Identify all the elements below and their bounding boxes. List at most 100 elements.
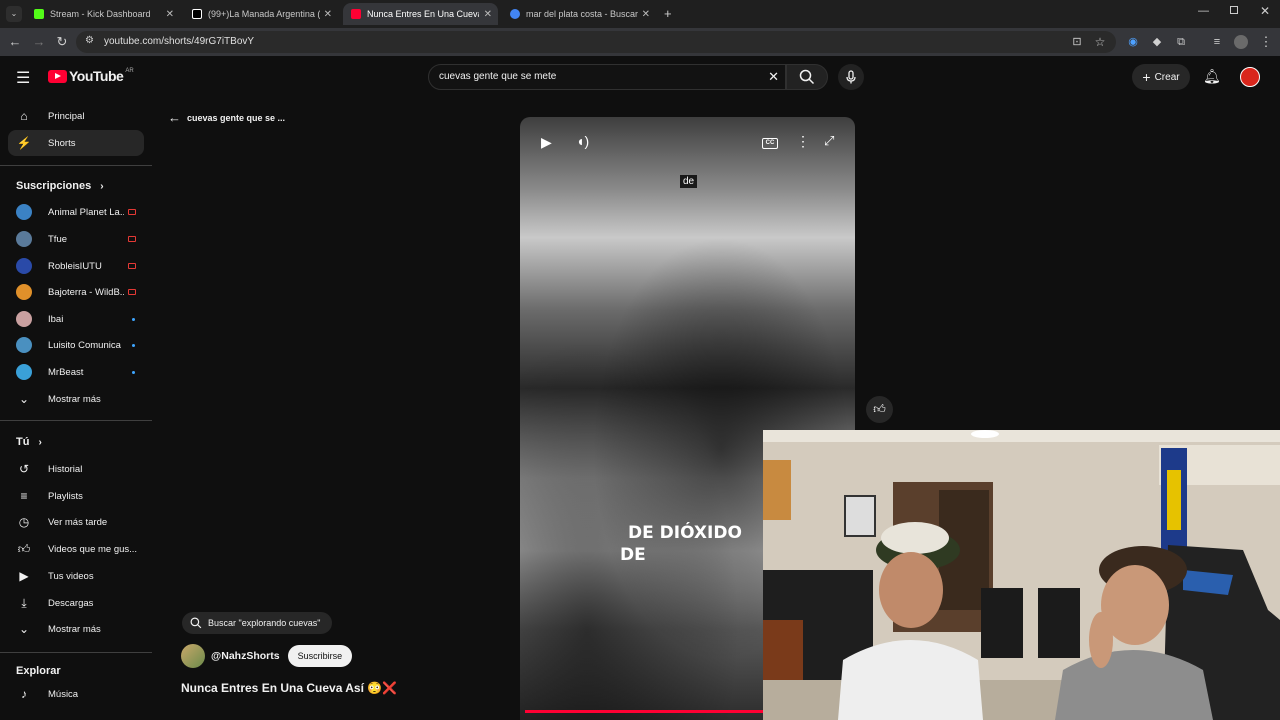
subscription-item[interactable]: Animal Planet La... (8, 199, 144, 225)
clear-search-icon[interactable]: ✕ (768, 69, 779, 85)
like-button[interactable]: 👍︎ (866, 396, 893, 423)
play-icon[interactable]: ▶ (541, 134, 552, 151)
sidebar-item-music[interactable]: ♪ Música (8, 681, 144, 707)
subscriptions-show-more[interactable]: ⌄ Mostrar más (8, 386, 144, 412)
channel-row: @NahzShorts Suscribirse (181, 644, 353, 668)
browser-tab-bar: ⌄ Stream - Kick Dashboard ✕ (99+)La Mana… (0, 0, 1280, 28)
caption-line-1: DE DIÓXIDO (628, 523, 742, 543)
url-text: youtube.com/shorts/49rG7iTBovY (104, 36, 255, 47)
back-icon[interactable]: ← (6, 33, 24, 51)
sidebar-item-label: Playlists (48, 490, 83, 502)
subscriptions-heading[interactable]: Suscripciones › (16, 180, 104, 192)
you-heading[interactable]: Tú › (16, 436, 42, 448)
new-content-dot-icon (132, 317, 135, 321)
video-progress-bar[interactable] (525, 710, 763, 713)
subscription-item[interactable]: RobleisIUTU (8, 253, 144, 279)
forward-icon[interactable]: → (30, 33, 48, 51)
hamburger-menu-icon[interactable]: ☰ (16, 68, 30, 88)
shorts-icon: ⚡ (16, 136, 32, 150)
fullscreen-icon[interactable]: ⤢ (824, 133, 834, 149)
more-options-icon[interactable]: ⋮ (796, 133, 810, 150)
sidebar-item-label: Shorts (48, 137, 76, 149)
sidebar-item-principal[interactable]: ⌂ Principal (8, 103, 144, 129)
extensions-puzzle-icon[interactable]: ⧉ (1172, 33, 1190, 51)
voice-search-button[interactable] (838, 64, 864, 90)
sidebar-item-label: Mostrar más (48, 623, 101, 635)
sidebar-item-playlists[interactable]: ≡ Playlists (8, 483, 144, 509)
channel-avatar[interactable] (181, 644, 205, 668)
back-label: cuevas gente que se ... (187, 112, 286, 123)
create-button[interactable]: + Crear (1132, 64, 1190, 90)
sidebar-divider (0, 165, 152, 166)
account-avatar[interactable] (1240, 67, 1260, 87)
channel-handle[interactable]: @NahzShorts (211, 650, 280, 662)
sidebar-item-label: Videos que me gus... (48, 543, 138, 555)
play-square-icon: ▶ (19, 569, 29, 583)
chevron-right-icon: › (100, 181, 104, 192)
channel-name: Tfue (48, 233, 68, 245)
webcam-scene (763, 430, 1280, 720)
site-info-icon[interactable]: ⚙ (85, 35, 94, 46)
subscription-item[interactable]: Tfue (8, 226, 144, 252)
subscription-item[interactable]: MrBeast (8, 359, 144, 385)
browser-tab-tiktok[interactable]: (99+)La Manada Argentina (@e ✕ (184, 3, 338, 25)
tab-close-icon[interactable]: ✕ (324, 9, 332, 20)
you-show-more[interactable]: ⌄ Mostrar más (8, 616, 144, 642)
sidebar-item-downloads[interactable]: ⤓ Descargas (8, 590, 144, 616)
search-icon (799, 69, 815, 85)
sidebar-item-watch-later[interactable]: ◷ Ver más tarde (8, 509, 144, 535)
chevron-down-icon: ⌄ (18, 622, 30, 636)
captions-icon[interactable]: CC (762, 138, 778, 149)
thumbs-up-icon: 👍︎ (873, 402, 886, 416)
sidebar-item-historial[interactable]: ↺ Historial (8, 456, 144, 482)
browser-tab-google[interactable]: mar del plata costa - Buscar co ✕ (502, 3, 656, 25)
notifications-bell-icon[interactable]: 🔔︎ (1203, 68, 1221, 85)
live-indicator-icon (128, 209, 136, 215)
volume-icon[interactable]: ◖) (576, 133, 589, 149)
home-icon: ⌂ (20, 109, 28, 123)
reading-list-icon[interactable]: ≡ (1208, 33, 1226, 51)
tab-close-icon[interactable]: ✕ (484, 9, 492, 20)
burned-in-caption: DE DIÓXIDO DE (620, 522, 742, 566)
browser-tab-kick[interactable]: Stream - Kick Dashboard ✕ (26, 3, 180, 25)
youtube-play-logo-icon (48, 69, 67, 83)
tab-search-icon[interactable]: ⌄ (6, 6, 22, 22)
extension-diamond-icon[interactable]: ◆ (1148, 33, 1166, 51)
new-tab-icon[interactable]: + (664, 6, 672, 21)
tab-label: (99+)La Manada Argentina (@e (208, 9, 320, 19)
create-label: Crear (1154, 71, 1180, 83)
channel-avatar (16, 337, 32, 353)
sidebar-item-your-videos[interactable]: ▶ Tus videos (8, 563, 144, 589)
minimize-icon[interactable]: — (1198, 5, 1209, 17)
search-query: cuevas gente que se mete (439, 71, 557, 82)
tiktok-icon (192, 9, 202, 19)
related-search-pill[interactable]: Buscar "explorando cuevas" (182, 612, 332, 634)
sidebar-item-liked-videos[interactable]: 👍︎ Videos que me gus... (8, 536, 144, 562)
search-input[interactable]: cuevas gente que se mete ✕ (428, 64, 786, 90)
channel-name: RobleisIUTU (48, 260, 102, 272)
tab-close-icon[interactable]: ✕ (642, 9, 650, 20)
extension-audio-icon[interactable]: ◉ (1124, 33, 1142, 51)
youtube-logo[interactable]: YouTube AR (48, 68, 134, 84)
subscription-item[interactable]: Ibai (8, 306, 144, 332)
close-window-icon[interactable]: ✕ (1260, 4, 1270, 18)
restore-icon[interactable] (1230, 6, 1238, 14)
address-bar: ← → ↻ ⚙ youtube.com/shorts/49rG7iTBovY ⊡… (0, 28, 1280, 56)
sidebar-item-shorts[interactable]: ⚡ Shorts (8, 130, 144, 156)
bookmark-star-icon[interactable]: ☆ (1091, 33, 1109, 51)
history-icon: ↺ (18, 462, 30, 476)
back-to-search[interactable]: ← cuevas gente que se ... (168, 110, 285, 125)
profile-avatar[interactable] (1234, 35, 1248, 49)
sidebar-item-label: Música (48, 688, 79, 700)
reload-icon[interactable]: ↻ (53, 33, 71, 51)
browser-menu-icon[interactable]: ⋮ (1257, 33, 1275, 51)
channel-avatar (16, 311, 32, 327)
subscription-item[interactable]: Bajoterra - WildB... (8, 279, 144, 305)
subscribe-button[interactable]: Suscribirse (287, 645, 353, 667)
url-field[interactable]: ⚙ youtube.com/shorts/49rG7iTBovY (76, 31, 1116, 53)
subscription-item[interactable]: Luisito Comunica (8, 332, 144, 358)
install-icon[interactable]: ⊡ (1068, 33, 1086, 51)
tab-close-icon[interactable]: ✕ (166, 9, 174, 20)
search-button[interactable] (786, 64, 828, 90)
browser-tab-youtube[interactable]: Nunca Entres En Una Cueva Así ✕ (343, 3, 498, 25)
